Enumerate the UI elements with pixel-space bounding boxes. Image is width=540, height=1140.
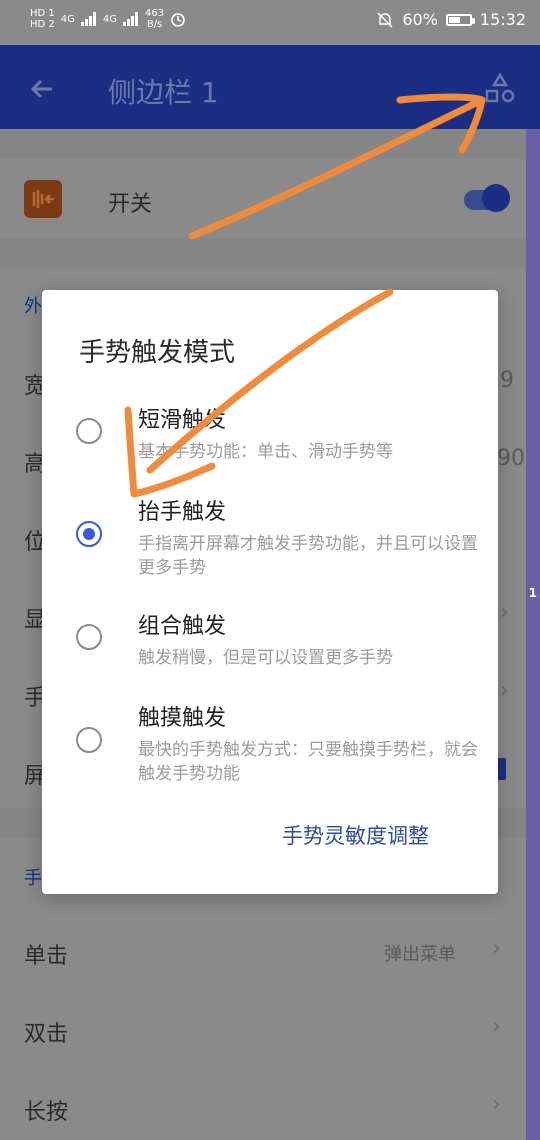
sim2-label: HD 2 <box>30 19 55 30</box>
option-title: 组合触发 <box>138 614 227 639</box>
net-speed-unit: B/s <box>146 19 163 30</box>
page-title: 侧边栏 1 <box>108 76 219 109</box>
action-row-double-tap[interactable]: 双击 <box>24 1016 540 1048</box>
chevron-right-icon: › <box>500 600 509 625</box>
alarm-icon <box>171 13 185 27</box>
option-touch[interactable]: 触摸触发 最快的手势触发方式：只要触摸手势栏，就会触发手势功能 <box>42 700 498 790</box>
clock: 15:32 <box>479 10 526 29</box>
radio-button[interactable] <box>76 727 102 753</box>
section-gap <box>0 129 526 159</box>
section-gap <box>0 238 526 268</box>
radio-button[interactable] <box>76 624 102 650</box>
radio-button[interactable] <box>76 418 102 444</box>
option-desc: 触发稍慢，但是可以设置更多手势 <box>138 648 393 668</box>
app-bar: 侧边栏 1 <box>0 45 540 129</box>
network1-label: 4G <box>60 13 75 25</box>
switch-toggle-knob <box>482 184 510 212</box>
option-title: 触摸触发 <box>138 706 227 731</box>
trigger-mode-dialog: 手势触发模式 短滑触发 基本手势功能：单击、滑动手势等 抬手触发 手指离开屏幕才… <box>42 290 498 894</box>
chevron-right-icon: › <box>500 678 509 703</box>
status-right: 60% 15:32 <box>376 10 526 29</box>
option-lift-finger[interactable]: 抬手触发 手指离开屏幕才触发手势功能，并且可以设置更多手势 <box>42 494 498 584</box>
dialog-title: 手势触发模式 <box>79 338 236 368</box>
battery-percent: 60% <box>402 10 438 29</box>
option-title: 抬手触发 <box>138 500 227 525</box>
option-desc: 最快的手势触发方式：只要触摸手势栏，就会触发手势功能 <box>138 740 478 784</box>
battery-icon <box>445 13 475 26</box>
app-icon <box>24 180 62 218</box>
chevron-right-icon: › <box>492 1092 501 1117</box>
option-desc: 基本手势功能：单击、滑动手势等 <box>138 442 393 462</box>
action-row-long-press[interactable]: 长按 <box>24 1094 540 1126</box>
network2-label: 4G <box>102 13 118 25</box>
chevron-right-icon: › <box>492 936 501 961</box>
option-short-swipe[interactable]: 短滑触发 基本手势功能：单击、滑动手势等 <box>42 402 498 472</box>
option-title: 短滑触发 <box>138 408 227 433</box>
side-scrollbar[interactable] <box>526 129 540 1140</box>
chevron-right-icon: › <box>492 1014 501 1039</box>
status-bar: HD 1 HD 2 4G 4G 463 B/s 60% 15:32 <box>0 0 540 45</box>
status-left: HD 1 HD 2 4G 4G 463 B/s <box>30 8 186 30</box>
side-scroll-label: 1 <box>528 586 537 600</box>
mute-bell-icon <box>377 11 393 28</box>
net-speed: 463 <box>145 8 165 19</box>
sensitivity-adjust-button[interactable]: 手势灵敏度调整 <box>282 820 429 850</box>
back-arrow-icon[interactable] <box>26 73 58 105</box>
signal-icon <box>80 12 96 26</box>
signal-icon <box>123 12 139 26</box>
action-value-tap: 弹出菜单 <box>384 944 456 965</box>
sim1-label: HD 1 <box>30 8 55 19</box>
radio-button-checked[interactable] <box>76 521 102 547</box>
option-desc: 手指离开屏幕才触发手势功能，并且可以设置更多手势 <box>138 534 478 578</box>
option-combined[interactable]: 组合触发 触发稍慢，但是可以设置更多手势 <box>42 608 498 678</box>
switch-label: 开关 <box>108 192 153 217</box>
shapes-icon[interactable] <box>482 71 518 107</box>
